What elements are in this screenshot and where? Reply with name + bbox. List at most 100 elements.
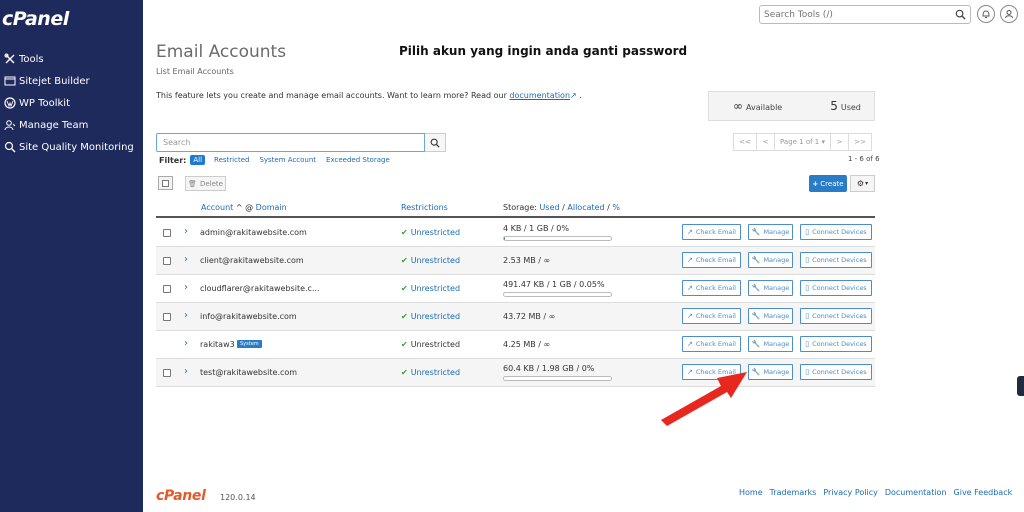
filter-system-account[interactable]: System Account: [259, 156, 316, 164]
manage-button[interactable]: 🔧 Manage: [748, 280, 793, 296]
connect-devices-button[interactable]: ▯ Connect Devices: [800, 308, 872, 324]
manage-button[interactable]: 🔧 Manage: [748, 308, 793, 324]
footer-link-feedback[interactable]: Give Feedback: [954, 488, 1013, 497]
account-name: info@rakitawebsite.com: [200, 312, 297, 321]
restrictions-column-header[interactable]: Restrictions: [401, 203, 448, 212]
phone-icon: ▯: [805, 284, 810, 292]
annotation-arrow: [661, 372, 747, 426]
filter-all[interactable]: All: [190, 155, 206, 165]
connect-devices-button[interactable]: ▯ Connect Devices: [800, 336, 872, 352]
wrench-icon: 🔧: [751, 340, 761, 348]
restriction-status[interactable]: ✔ Unrestricted: [401, 256, 460, 265]
check-email-label: Check Email: [695, 312, 736, 320]
restriction-status[interactable]: ✔ Unrestricted: [401, 228, 460, 237]
check-email-button[interactable]: ↗ Check Email: [682, 252, 741, 268]
storage-usage-bar: [503, 236, 612, 241]
sidebar-item-manage-team[interactable]: Manage Team: [0, 114, 143, 136]
check-email-button[interactable]: ↗ Check Email: [682, 336, 741, 352]
manage-button[interactable]: 🔧 Manage: [748, 252, 793, 268]
restriction-status[interactable]: ✔ Unrestricted: [401, 284, 460, 293]
notifications-button[interactable]: [977, 5, 995, 23]
table-row[interactable]: › rakitaw3 System ✔ Unrestricted 4.25 MB / ∞ ↗…: [156, 331, 875, 359]
check-email-button[interactable]: ↗ Check Email: [682, 224, 741, 240]
connect-devices-button[interactable]: ▯ Connect Devices: [800, 280, 872, 296]
prev-page-button[interactable]: <: [756, 133, 775, 151]
manage-label: Manage: [763, 312, 790, 320]
sidebar-item-sitejet[interactable]: Sitejet Builder: [0, 70, 143, 92]
checkmark-icon: ✔: [401, 228, 408, 237]
connect-devices-button[interactable]: ▯ Connect Devices: [800, 252, 872, 268]
settings-dropdown-button[interactable]: ⚙ ▾: [850, 175, 875, 192]
check-email-button[interactable]: ↗ Check Email: [682, 308, 741, 324]
table-row[interactable]: › admin@rakitawebsite.com ✔ Unrestricted 4 K…: [156, 219, 875, 247]
breadcrumb[interactable]: List Email Accounts: [156, 67, 234, 76]
footer-link-home[interactable]: Home: [739, 488, 763, 497]
domain-header-label[interactable]: Domain: [256, 203, 287, 212]
storage-percent-header[interactable]: %: [612, 203, 620, 212]
last-page-button[interactable]: >>: [848, 133, 872, 151]
check-email-label: Check Email: [695, 228, 736, 236]
check-email-button[interactable]: ↗ Check Email: [682, 280, 741, 296]
row-checkbox[interactable]: [163, 369, 171, 377]
documentation-link[interactable]: documentation: [509, 91, 570, 100]
expand-chevron-icon[interactable]: ›: [184, 226, 188, 237]
phone-icon: ▯: [805, 368, 810, 376]
expand-chevron-icon[interactable]: ›: [184, 254, 188, 265]
select-all-checkbox[interactable]: [158, 176, 173, 190]
sidebar-item-wp-toolkit[interactable]: WP Toolkit: [0, 92, 143, 114]
restriction-label: Unrestricted: [410, 228, 461, 237]
storage-allocated-header[interactable]: Allocated: [567, 203, 604, 212]
table-row[interactable]: › info@rakitawebsite.com ✔ Unrestricted 43.7…: [156, 303, 875, 331]
storage-column-header: Storage: Used / Allocated / %: [503, 203, 621, 212]
storage-used-header[interactable]: Used: [540, 203, 560, 212]
account-column-header[interactable]: Account ^ @ Domain: [201, 203, 287, 212]
sidebar-item-label: WP Toolkit: [19, 97, 71, 109]
restriction-status[interactable]: ✔ Unrestricted: [401, 312, 460, 321]
search-icon[interactable]: [955, 9, 966, 20]
external-link-icon: ↗: [687, 340, 693, 348]
search-tools-input[interactable]: [760, 9, 950, 20]
table-row[interactable]: › test@rakitawebsite.com ✔ Unrestricted 60.4…: [156, 359, 875, 387]
connect-devices-button[interactable]: ▯ Connect Devices: [800, 364, 872, 380]
table-row[interactable]: › cloudflarer@rakitawebsite.c... ✔ Unrestri…: [156, 275, 875, 303]
expand-chevron-icon[interactable]: ›: [184, 366, 188, 377]
manage-button[interactable]: 🔧 Manage: [748, 224, 793, 240]
page-select-label: Page 1 of 1: [779, 138, 820, 146]
sidebar-item-site-quality[interactable]: Site Quality Monitoring: [0, 136, 143, 158]
next-page-button[interactable]: >: [830, 133, 849, 151]
intro-end: .: [579, 91, 582, 100]
cpanel-logo[interactable]: cPanel: [2, 8, 69, 30]
at-label: @: [245, 203, 254, 212]
restriction-status[interactable]: ✔ Unrestricted: [401, 368, 460, 377]
account-search-input[interactable]: Search: [156, 133, 425, 152]
expand-chevron-icon[interactable]: ›: [184, 282, 188, 293]
row-checkbox[interactable]: [163, 229, 171, 237]
storage-value: 60.4 KB / 1.98 GB / 0%: [503, 364, 595, 373]
sidebar-item-tools[interactable]: Tools: [0, 48, 143, 70]
row-checkbox[interactable]: [163, 257, 171, 265]
filter-exceeded-storage[interactable]: Exceeded Storage: [326, 156, 390, 164]
footer-link-trademarks[interactable]: Trademarks: [770, 488, 817, 497]
footer-link-documentation[interactable]: Documentation: [885, 488, 947, 497]
restriction-label: Unrestricted: [410, 256, 461, 265]
checkmark-icon: ✔: [401, 340, 408, 349]
account-search-button[interactable]: [425, 133, 446, 152]
table-row[interactable]: › client@rakitawebsite.com ✔ Unrestricted 2.…: [156, 247, 875, 275]
search-tools-field[interactable]: [759, 5, 971, 24]
wrench-icon: 🔧: [751, 228, 761, 236]
manage-button[interactable]: 🔧 Manage: [748, 336, 793, 352]
page-select[interactable]: Page 1 of 1 ▾: [774, 133, 831, 151]
side-drawer-tab[interactable]: [1017, 376, 1024, 396]
expand-chevron-icon[interactable]: ›: [184, 310, 188, 321]
footer-link-privacy[interactable]: Privacy Policy: [823, 488, 878, 497]
row-checkbox[interactable]: [163, 313, 171, 321]
user-menu-button[interactable]: [1000, 5, 1018, 23]
footer-logo: cPanel: [156, 488, 206, 504]
connect-devices-button[interactable]: ▯ Connect Devices: [800, 224, 872, 240]
first-page-button[interactable]: <<: [733, 133, 757, 151]
row-checkbox[interactable]: [163, 285, 171, 293]
expand-chevron-icon[interactable]: ›: [184, 338, 188, 349]
delete-button[interactable]: 🗑 Delete: [185, 176, 226, 191]
create-button[interactable]: + Create: [809, 175, 847, 192]
filter-restricted[interactable]: Restricted: [214, 156, 249, 164]
